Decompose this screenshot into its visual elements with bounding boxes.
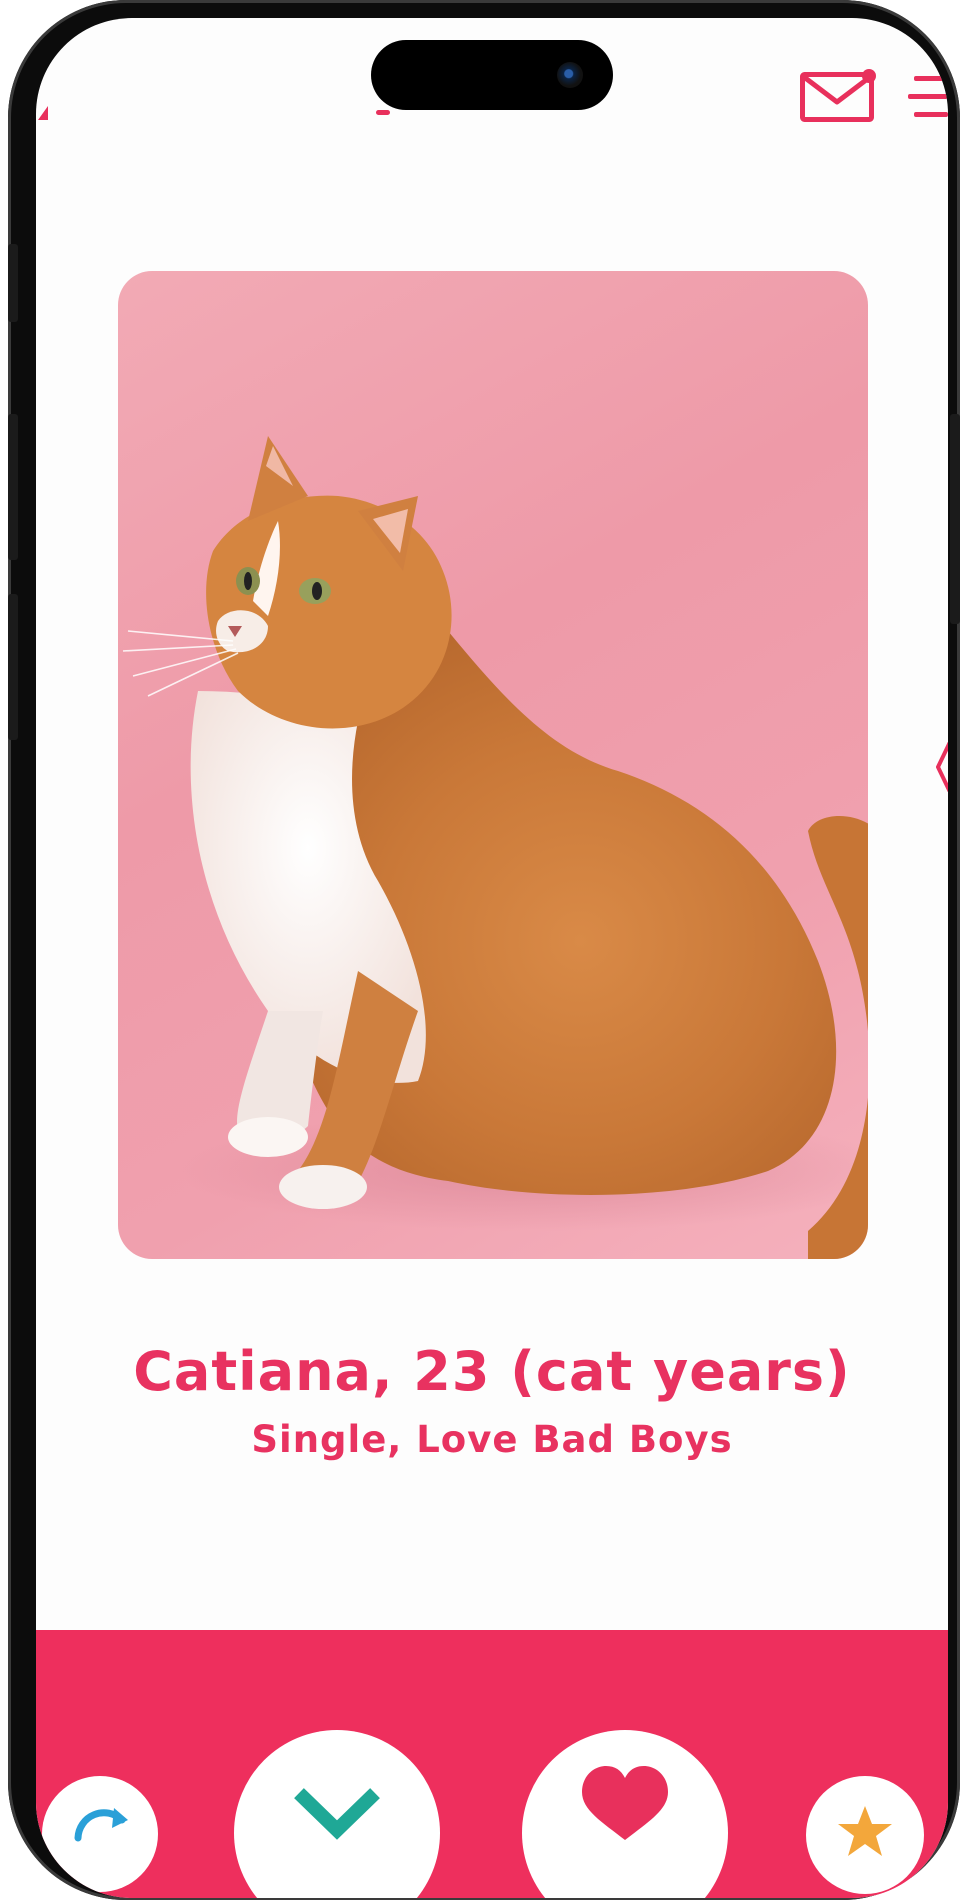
next-card-fragment xyxy=(936,742,948,792)
profile-photo-card[interactable] xyxy=(118,271,868,1259)
action-bar xyxy=(36,1630,948,1898)
front-camera xyxy=(557,62,583,88)
phone-frame: Catiana, 23 (cat years) Single, Love Bad… xyxy=(8,0,960,1900)
profile-name-age: Catiana, 23 (cat years) xyxy=(133,1340,851,1403)
rewind-icon xyxy=(74,1808,128,1842)
dynamic-island xyxy=(371,40,613,110)
ginger-cat-photo xyxy=(122,436,868,1259)
heart-icon xyxy=(582,1766,668,1840)
offscreen-logo-fragment xyxy=(38,106,48,120)
super-like-button[interactable] xyxy=(806,1776,924,1894)
star-icon xyxy=(838,1806,892,1856)
volume-up-button xyxy=(8,414,18,560)
unread-badge xyxy=(862,69,876,83)
nope-button[interactable] xyxy=(234,1730,440,1898)
like-button[interactable] xyxy=(522,1730,728,1898)
profile-status-line: Single, Love Bad Boys xyxy=(251,1418,733,1461)
offscreen-nav-fragment xyxy=(376,110,390,115)
app-screen: Catiana, 23 (cat years) Single, Love Bad… xyxy=(36,18,948,1898)
rewind-button[interactable] xyxy=(42,1776,158,1892)
volume-down-button xyxy=(8,594,18,740)
power-button xyxy=(950,414,960,624)
action-button xyxy=(8,244,18,322)
hamburger-menu-icon[interactable] xyxy=(908,74,948,120)
nope-x-icon xyxy=(294,1788,380,1840)
